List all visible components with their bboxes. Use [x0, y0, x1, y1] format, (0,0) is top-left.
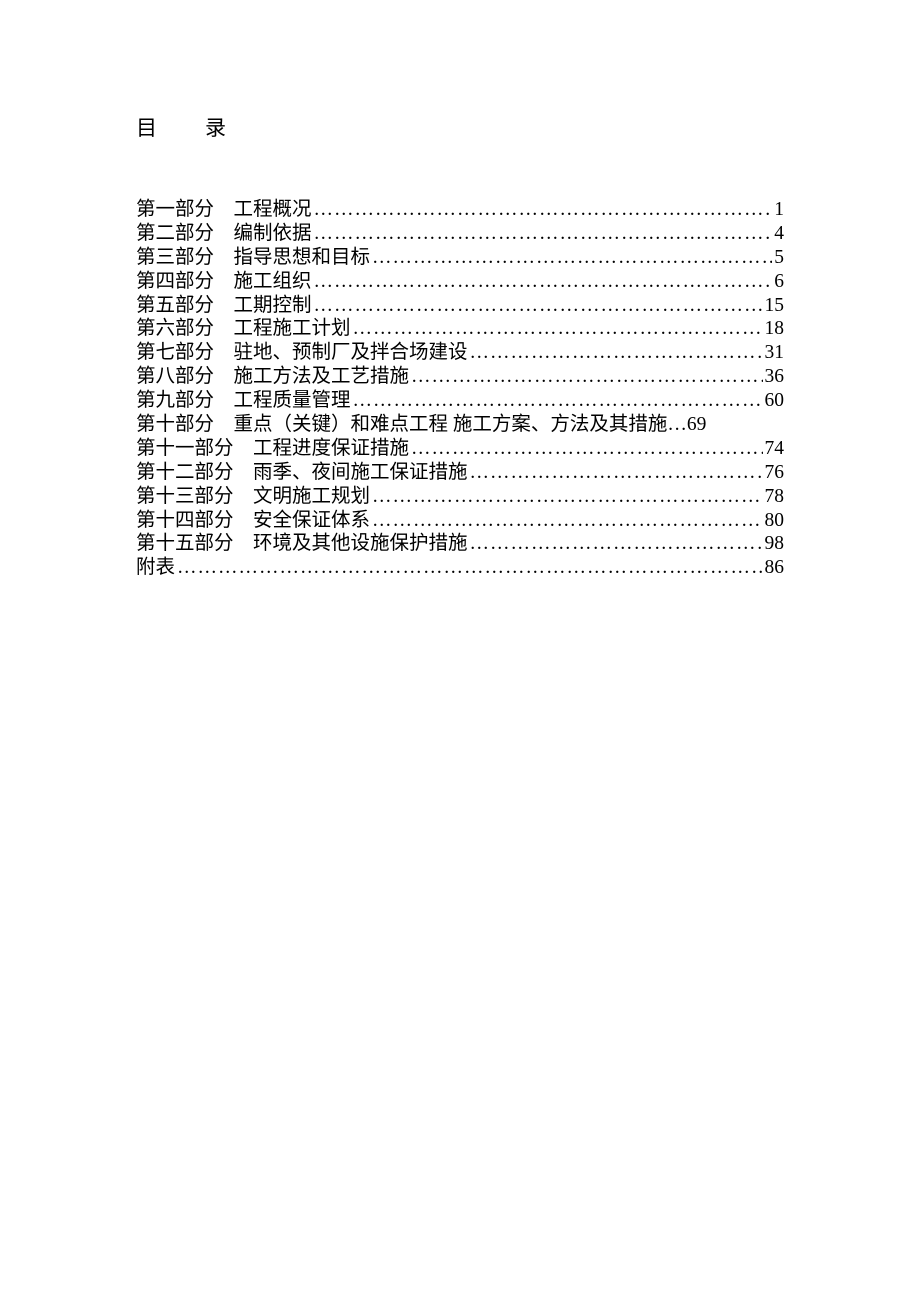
toc-page-number: 18 [765, 319, 785, 339]
toc-page-number: 15 [765, 296, 785, 316]
toc-page-number: 76 [765, 463, 785, 483]
toc-section-label: 第十部分 [136, 415, 214, 435]
document-page: 目录 第一部分 工程概况 1 第二部分 编制依据 4 第三部分 指导思想和目标 5 第四部分… [0, 0, 920, 578]
toc-entry-title: 工程施工计划 [234, 319, 351, 339]
toc-entry-title: 文明施工规划 [253, 487, 370, 507]
toc-section-label: 第七部分 [136, 343, 214, 363]
toc-entry: 第三部分 指导思想和目标 5 [136, 248, 784, 268]
toc-page-number: 78 [765, 487, 785, 507]
toc-heading: 目录 [136, 112, 784, 142]
toc-section-label: 第十二部分 [136, 463, 234, 483]
toc-page-number: 4 [774, 224, 784, 244]
toc-entry-title: 工程进度保证措施 [253, 439, 409, 459]
toc-page-number: 69 [687, 415, 707, 435]
toc-entry-title: 安全保证体系 [253, 511, 370, 531]
toc-section-label: 第五部分 [136, 296, 214, 316]
toc-entry-title: 指导思想和目标 [234, 248, 371, 268]
toc-page-number: 60 [765, 391, 785, 411]
toc-entry: 第五部分 工期控制 15 [136, 296, 784, 316]
toc-gap [214, 200, 234, 220]
toc-section-label: 第六部分 [136, 319, 214, 339]
toc-gap [234, 487, 254, 507]
toc-entry: 第一部分 工程概况 1 [136, 200, 784, 220]
toc-section-label: 第十三部分 [136, 487, 234, 507]
toc-gap [214, 296, 234, 316]
toc-entry: 第十一部分 工程进度保证措施 74 [136, 439, 784, 459]
toc-entry: 第四部分 施工组织 6 [136, 272, 784, 292]
toc-page-number: 5 [774, 248, 784, 268]
toc-page-number: 98 [765, 534, 785, 554]
table-of-contents: 第一部分 工程概况 1 第二部分 编制依据 4 第三部分 指导思想和目标 5 第四部分 施工… [136, 200, 784, 578]
toc-leader-short: … [667, 415, 687, 435]
toc-page-number: 1 [774, 200, 784, 220]
toc-entry-title: 工期控制 [234, 296, 312, 316]
toc-entry-title: 工程概况 [234, 200, 312, 220]
toc-leader [470, 534, 763, 554]
toc-entry-title: 工程质量管理 [234, 391, 351, 411]
toc-section-label: 第十一部分 [136, 439, 234, 459]
toc-leader [177, 558, 762, 578]
toc-gap [214, 248, 234, 268]
toc-gap [234, 511, 254, 531]
toc-leader [314, 272, 773, 292]
toc-entry-title: 雨季、夜间施工保证措施 [253, 463, 468, 483]
toc-gap [214, 391, 234, 411]
toc-gap [214, 319, 234, 339]
toc-section-label: 第十四部分 [136, 511, 234, 531]
toc-page-number: 86 [765, 558, 785, 578]
toc-leader [353, 319, 763, 339]
toc-page-number: 36 [765, 367, 785, 387]
toc-entry: 第十五部分 环境及其他设施保护措施 98 [136, 534, 784, 554]
toc-entry: 第十部分 重点（关键）和难点工程 施工方案、方法及其措施 …69 [136, 415, 784, 435]
toc-entry: 第七部分 驻地、预制厂及拌合场建设 31 [136, 343, 784, 363]
toc-section-label: 第十五部分 [136, 534, 234, 554]
toc-entry: 附表 86 [136, 558, 784, 578]
toc-gap [214, 224, 234, 244]
toc-gap [234, 534, 254, 554]
toc-page-number: 31 [765, 343, 785, 363]
toc-gap [214, 343, 234, 363]
toc-entry-title: 施工方法及工艺措施 [234, 367, 410, 387]
toc-entry: 第十三部分 文明施工规划 78 [136, 487, 784, 507]
toc-entry: 第二部分 编制依据 4 [136, 224, 784, 244]
toc-leader [372, 511, 762, 531]
toc-section-label: 第四部分 [136, 272, 214, 292]
toc-page-number: 74 [765, 439, 785, 459]
toc-leader [353, 391, 763, 411]
toc-entry-title: 环境及其他设施保护措施 [253, 534, 468, 554]
toc-section-label: 第一部分 [136, 200, 214, 220]
toc-section-label: 第九部分 [136, 391, 214, 411]
toc-gap [214, 272, 234, 292]
toc-section-label: 第八部分 [136, 367, 214, 387]
toc-leader [470, 343, 763, 363]
toc-leader [470, 463, 763, 483]
toc-entry: 第十二部分 雨季、夜间施工保证措施 76 [136, 463, 784, 483]
toc-entry-title: 重点（关键）和难点工程 施工方案、方法及其措施 [234, 415, 668, 435]
toc-leader [372, 248, 772, 268]
toc-leader [314, 200, 773, 220]
toc-page-number: 80 [765, 511, 785, 531]
toc-leader [314, 224, 773, 244]
toc-entry-title: 编制依据 [234, 224, 312, 244]
toc-page-number: 6 [774, 272, 784, 292]
toc-section-label: 第三部分 [136, 248, 214, 268]
toc-leader [372, 487, 762, 507]
toc-gap [234, 439, 254, 459]
toc-gap [214, 367, 234, 387]
toc-leader [411, 367, 762, 387]
toc-entry: 第十四部分 安全保证体系 80 [136, 511, 784, 531]
toc-leader [314, 296, 763, 316]
toc-gap [234, 463, 254, 483]
toc-section-label: 附表 [136, 558, 175, 578]
toc-entry-title: 驻地、预制厂及拌合场建设 [234, 343, 468, 363]
toc-leader [411, 439, 762, 459]
toc-entry: 第六部分 工程施工计划 18 [136, 319, 784, 339]
toc-entry-title: 施工组织 [234, 272, 312, 292]
toc-entry: 第八部分 施工方法及工艺措施 36 [136, 367, 784, 387]
toc-entry: 第九部分 工程质量管理 60 [136, 391, 784, 411]
toc-gap [214, 415, 234, 435]
toc-section-label: 第二部分 [136, 224, 214, 244]
